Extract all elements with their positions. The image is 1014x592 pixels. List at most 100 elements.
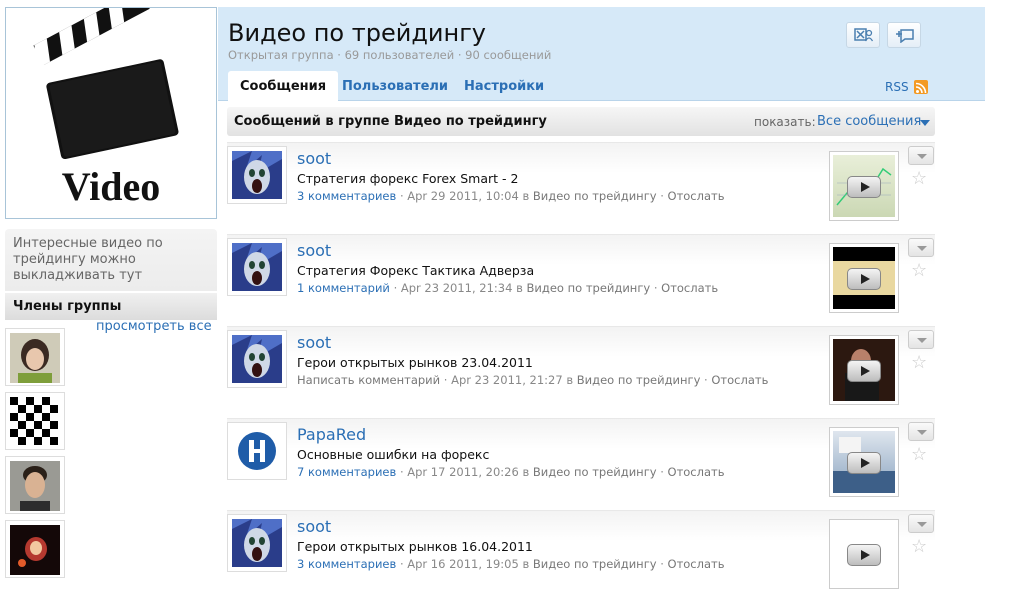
play-icon: [847, 452, 881, 474]
author-avatar[interactable]: [227, 330, 287, 388]
tab-settings[interactable]: Настройки: [464, 71, 544, 101]
logo-text: Video: [62, 164, 161, 209]
post-date: Apr 17 2011, 20:26: [407, 465, 519, 479]
post-item: soot Герои открытых рынков 16.04.2011 3 …: [227, 510, 935, 592]
post-in: в: [522, 465, 530, 479]
member-avatar[interactable]: [5, 392, 65, 450]
post-meta: Написать комментарий · Apr 23 2011, 21:2…: [297, 373, 769, 387]
group-description: Интересные видео по трейдингу можно выкл…: [5, 229, 217, 291]
author-avatar[interactable]: [227, 514, 287, 572]
post-menu-button[interactable]: [908, 146, 934, 165]
send-link[interactable]: Отослать: [668, 465, 725, 479]
post-date: Apr 29 2011, 10:04: [407, 189, 519, 203]
view-all-members-link[interactable]: просмотреть все: [96, 319, 212, 334]
star-icon[interactable]: ☆: [911, 446, 927, 464]
filter-label: показать:: [754, 115, 816, 129]
tab-messages[interactable]: Сообщения: [228, 71, 339, 101]
group-logo: Video: [5, 7, 217, 219]
star-icon[interactable]: ☆: [911, 170, 927, 188]
post-group-link[interactable]: Видео по трейдингу: [577, 373, 701, 387]
play-icon: [847, 268, 881, 290]
author-avatar[interactable]: [227, 146, 287, 204]
comments-link[interactable]: Написать комментарий: [297, 373, 440, 387]
video-thumbnail[interactable]: [829, 427, 899, 497]
page: Video Интересные видео по трейдингу можн…: [0, 0, 1014, 592]
papared-avatar-image: [232, 427, 282, 475]
leave-group-button[interactable]: [846, 22, 880, 48]
post-title[interactable]: Герои открытых рынков 16.04.2011: [297, 539, 533, 554]
post-title[interactable]: Основные ошибки на форекс: [297, 447, 489, 462]
video-thumbnail[interactable]: [829, 519, 899, 589]
scream-avatar-image: [232, 335, 282, 383]
scream-avatar-image: [232, 243, 282, 291]
star-icon[interactable]: ☆: [911, 354, 927, 372]
clapperboard-icon: Video: [33, 8, 179, 209]
post-group-link[interactable]: Видео по трейдингу: [527, 281, 651, 295]
post-meta: 1 комментарий · Apr 23 2011, 21:34 в Вид…: [297, 281, 719, 295]
comments-link[interactable]: 7 комментариев: [297, 465, 396, 479]
post-title[interactable]: Стратегия Форекс Тактика Адверза: [297, 263, 534, 278]
comments-link[interactable]: 3 комментариев: [297, 557, 396, 571]
send-link[interactable]: Отослать: [661, 281, 718, 295]
send-link[interactable]: Отослать: [711, 373, 768, 387]
post-group-link[interactable]: Видео по трейдингу: [533, 465, 657, 479]
scream-avatar-image: [232, 151, 282, 199]
post-group-link[interactable]: Видео по трейдингу: [533, 557, 657, 571]
leave-group-icon: [854, 28, 874, 42]
post-in: в: [516, 281, 523, 295]
member-photo: [10, 333, 60, 383]
comments-link[interactable]: 3 комментариев: [297, 189, 396, 203]
post-meta: 3 комментариев · Apr 16 2011, 19:05 в Ви…: [297, 557, 725, 571]
member-photo: [10, 525, 60, 575]
video-thumbnail[interactable]: [829, 335, 899, 405]
messages-toolbar: Сообщений в группе Видео по трейдингу по…: [227, 107, 935, 136]
post-date: Apr 16 2011, 19:05: [407, 557, 519, 571]
member-avatar[interactable]: [5, 328, 65, 386]
post-in: в: [566, 373, 574, 387]
invite-icon: [896, 29, 914, 43]
member-avatar[interactable]: [5, 456, 65, 514]
post-author[interactable]: soot: [297, 517, 331, 536]
post-author[interactable]: PapaRed: [297, 425, 366, 444]
star-icon[interactable]: ☆: [911, 538, 927, 556]
video-thumbnail[interactable]: [829, 151, 899, 221]
post-meta: 3 комментариев · Apr 29 2011, 10:04 в Ви…: [297, 189, 725, 203]
post-menu-button[interactable]: [908, 238, 934, 257]
invite-button[interactable]: [887, 22, 921, 48]
author-avatar[interactable]: [227, 422, 287, 480]
post-author[interactable]: soot: [297, 149, 331, 168]
group-header: Видео по трейдингу Открытая группа · 69 …: [218, 7, 985, 101]
send-link[interactable]: Отослать: [668, 189, 725, 203]
chevron-down-icon[interactable]: [920, 120, 930, 126]
post-author[interactable]: soot: [297, 333, 331, 352]
send-link[interactable]: Отослать: [668, 557, 725, 571]
video-thumbnail[interactable]: [829, 243, 899, 313]
member-photo: [10, 397, 60, 447]
post-title[interactable]: Стратегия форекс Forex Smart - 2: [297, 171, 518, 186]
rss-icon[interactable]: [914, 80, 928, 94]
play-icon: [847, 544, 881, 566]
filter-dropdown[interactable]: Все сообщения: [817, 114, 921, 129]
group-stats: Открытая группа · 69 пользователей · 90 …: [228, 48, 552, 62]
post-author[interactable]: soot: [297, 241, 331, 260]
post-item: soot Стратегия форекс Forex Smart - 2 3 …: [227, 142, 935, 228]
post-meta: 7 комментариев · Apr 17 2011, 20:26 в Ви…: [297, 465, 725, 479]
post-menu-button[interactable]: [908, 330, 934, 349]
member-avatar[interactable]: [5, 520, 65, 578]
post-date: Apr 23 2011, 21:27: [451, 373, 563, 387]
post-date: Apr 23 2011, 21:34: [400, 281, 513, 295]
rss-link[interactable]: RSS: [885, 80, 909, 94]
post-item: soot Герои открытых рынков 23.04.2011 На…: [227, 326, 935, 412]
toolbar-title: Сообщений в группе Видео по трейдингу: [234, 114, 547, 129]
post-group-link[interactable]: Видео по трейдингу: [533, 189, 657, 203]
tab-users[interactable]: Пользователи: [342, 71, 448, 101]
star-icon[interactable]: ☆: [911, 262, 927, 280]
author-avatar[interactable]: [227, 238, 287, 296]
play-icon: [847, 176, 881, 198]
comments-link[interactable]: 1 комментарий: [297, 281, 390, 295]
post-title[interactable]: Герои открытых рынков 23.04.2011: [297, 355, 533, 370]
post-menu-button[interactable]: [908, 422, 934, 441]
post-item: PapaRed Основные ошибки на форекс 7 комм…: [227, 418, 935, 504]
page-title: Видео по трейдингу: [228, 19, 487, 47]
post-menu-button[interactable]: [908, 514, 934, 533]
